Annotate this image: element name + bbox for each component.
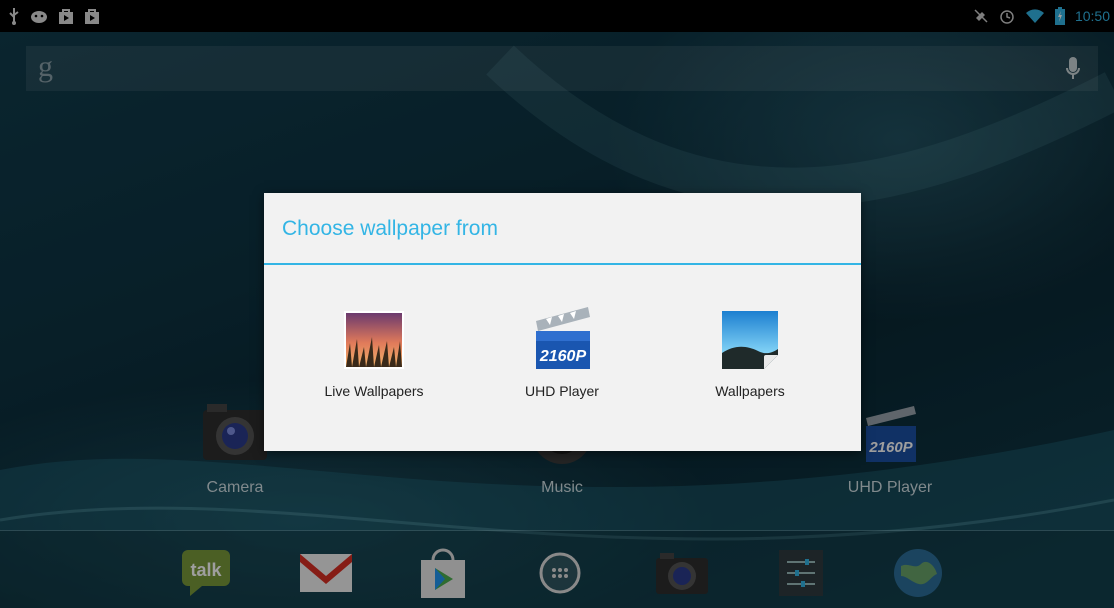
option-label: Live Wallpapers xyxy=(324,383,424,399)
option-label: UHD Player xyxy=(525,383,599,399)
uhd-player-icon: 2160P xyxy=(530,301,594,373)
option-label: Wallpapers xyxy=(715,383,785,399)
option-live-wallpapers[interactable]: Live Wallpapers xyxy=(274,301,474,399)
choose-wallpaper-dialog: Choose wallpaper from Live Wallpapers 21… xyxy=(264,193,861,451)
option-wallpapers[interactable]: Wallpapers xyxy=(650,301,850,399)
wallpapers-icon xyxy=(718,301,782,373)
uhd-icon-text: 2160P xyxy=(539,348,587,365)
live-wallpapers-icon xyxy=(342,301,406,373)
dialog-title: Choose wallpaper from xyxy=(264,193,861,265)
option-uhd-player[interactable]: 2160P UHD Player xyxy=(462,301,662,399)
